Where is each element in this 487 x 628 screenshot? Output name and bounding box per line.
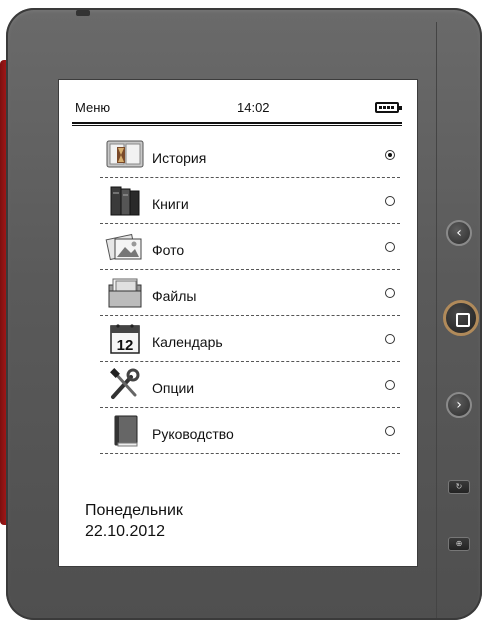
menu-item-label: Календарь <box>152 334 223 350</box>
rotate-button[interactable]: ↻ <box>448 480 470 494</box>
clock: 14:02 <box>237 100 270 115</box>
weekday: Понедельник <box>85 502 183 519</box>
menu-item-label: Руководство <box>152 426 234 442</box>
selection-radio <box>385 288 395 298</box>
menu-item-history[interactable]: История <box>100 132 400 178</box>
menu-item-calendar[interactable]: 12 Календарь <box>100 316 400 362</box>
history-icon <box>106 140 144 168</box>
power-button[interactable] <box>76 10 90 16</box>
divider <box>72 125 402 126</box>
settings-tools-icon <box>110 368 140 399</box>
date: 22.10.2012 <box>85 523 166 540</box>
menu-item-manual[interactable]: Руководство <box>100 408 400 454</box>
rotate-icon: ↻ <box>455 482 463 491</box>
divider <box>72 122 402 124</box>
main-menu: История Книги Фото Файлы 12 Календарь Оп… <box>100 132 400 454</box>
manual-icon <box>114 415 138 447</box>
selection-radio <box>385 426 395 436</box>
chevron-left-icon: ‹ <box>456 225 462 241</box>
chevron-right-icon: › <box>456 397 462 413</box>
menu-item-label: История <box>152 150 207 166</box>
home-button[interactable] <box>443 300 479 336</box>
battery-full-icon <box>375 102 402 113</box>
next-page-button[interactable]: › <box>446 392 472 418</box>
menu-item-files[interactable]: Файлы <box>100 270 400 316</box>
menu-item-label: Опции <box>152 380 195 396</box>
photos-icon <box>105 233 142 261</box>
zoom-button[interactable]: ⊕ <box>448 537 470 551</box>
calendar-icon-day: 12 <box>117 337 134 354</box>
date-display: Понедельник 22.10.2012 <box>85 500 183 542</box>
selection-radio <box>385 196 395 206</box>
selection-radio <box>385 380 395 390</box>
menu-title: Меню <box>75 100 111 115</box>
ereader-screen: Меню 14:02 История Книги Фото Файлы 12 К… <box>59 80 417 566</box>
selection-radio <box>385 242 395 252</box>
selection-radio <box>385 334 395 344</box>
selection-radio-checked <box>385 150 395 160</box>
menu-item-label: Файлы <box>152 288 197 304</box>
books-icon <box>110 186 140 216</box>
square-icon <box>456 313 470 327</box>
menu-item-label: Книги <box>152 196 189 212</box>
menu-item-options[interactable]: Опции <box>100 362 400 408</box>
prev-page-button[interactable]: ‹ <box>446 220 472 246</box>
status-bar: Меню 14:02 <box>75 100 403 118</box>
zoom-icon: ⊕ <box>455 539 463 548</box>
files-icon <box>108 278 142 308</box>
menu-item-photos[interactable]: Фото <box>100 224 400 270</box>
calendar-icon: 12 <box>110 324 140 354</box>
menu-item-books[interactable]: Книги <box>100 178 400 224</box>
menu-item-label: Фото <box>152 242 185 258</box>
